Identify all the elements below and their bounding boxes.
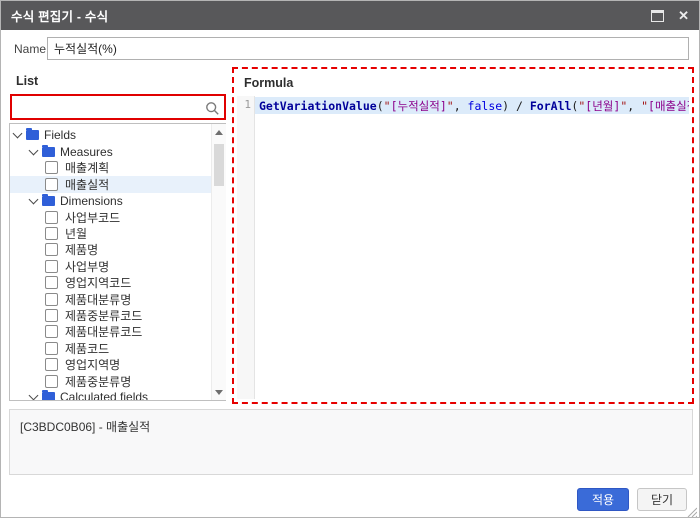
checkbox[interactable] [45, 342, 58, 355]
tree-item-row[interactable]: 영업지역코드 [10, 275, 225, 291]
tree-item-label: 제품대분류코드 [65, 323, 142, 340]
formula-editor[interactable]: 1 GetVariationValue("[누적실적]", false) / F… [237, 96, 689, 399]
tree-item-label: Dimensions [60, 194, 123, 208]
checkbox[interactable] [45, 358, 58, 371]
tree-item-row[interactable]: 사업부명 [10, 258, 225, 274]
checkbox[interactable] [45, 211, 58, 224]
chevron-down-icon[interactable] [29, 145, 39, 155]
tree-folder-row[interactable]: Calculated fields [10, 389, 225, 401]
formula-code-line[interactable]: GetVariationValue("[누적실적]", false) / For… [255, 97, 689, 114]
status-text: [C3BDC0B06] - 매출실적 [10, 410, 692, 443]
tree-folder-row[interactable]: Dimensions [10, 193, 225, 209]
field-tree: FieldsMeasures매출계획매출실적Dimensions사업부코드년월제… [9, 123, 226, 401]
code-token: [년월] [585, 99, 620, 113]
code-token: " [641, 99, 648, 113]
tree-item-label: Measures [60, 145, 113, 159]
tree-item-label: 제품대분류명 [65, 291, 131, 308]
code-token: ForAll [530, 99, 572, 113]
close-icon[interactable]: ✕ [678, 9, 689, 22]
tree-item-row[interactable]: 매출계획 [10, 160, 225, 176]
resize-grip-icon[interactable] [686, 504, 697, 515]
tree-item-label: Fields [44, 128, 76, 142]
checkbox[interactable] [45, 325, 58, 338]
tree-item-row[interactable]: 제품중분류명 [10, 373, 225, 389]
tree-item-row[interactable]: 제품명 [10, 242, 225, 258]
close-button[interactable]: 닫기 [637, 488, 687, 511]
code-area[interactable]: GetVariationValue("[누적실적]", false) / For… [255, 96, 689, 399]
checkbox[interactable] [45, 375, 58, 388]
checkbox[interactable] [45, 276, 58, 289]
tree-item-label: 년월 [65, 225, 87, 242]
code-token: ) / [502, 99, 530, 113]
tree-item-label: 매출계획 [65, 159, 109, 176]
name-label: Name [14, 42, 46, 56]
checkbox[interactable] [45, 178, 58, 191]
search-input[interactable] [12, 96, 204, 118]
checkbox[interactable] [45, 161, 58, 174]
tree-item-row[interactable]: 제품대분류코드 [10, 324, 225, 340]
folder-icon [42, 147, 55, 157]
maximize-icon[interactable] [651, 10, 664, 22]
tree-item-label: 제품명 [65, 241, 98, 258]
tree-item-label: Calculated fields [60, 390, 148, 401]
tree-folder-row[interactable]: Measures [10, 143, 225, 159]
tree-item-row[interactable]: 매출실적 [10, 176, 225, 192]
tree-item-row[interactable]: 영업지역명 [10, 356, 225, 372]
code-token: " [447, 99, 454, 113]
search-box [10, 94, 226, 120]
folder-icon [26, 130, 39, 140]
chevron-down-icon[interactable] [13, 129, 23, 139]
checkbox[interactable] [45, 227, 58, 240]
tree-item-label: 사업부코드 [65, 209, 120, 226]
tree-item-row[interactable]: 년월 [10, 225, 225, 241]
tree-item-label: 영업지역코드 [65, 274, 131, 291]
checkbox[interactable] [45, 260, 58, 273]
tree-item-label: 영업지역명 [65, 356, 120, 373]
tree-item-label: 매출실적 [65, 176, 109, 193]
scroll-up-icon[interactable] [212, 125, 226, 139]
formula-panel: Formula 1 GetVariationValue("[누적실적]", fa… [232, 67, 694, 404]
chevron-down-icon[interactable] [29, 391, 39, 401]
tree-item-row[interactable]: 제품코드 [10, 340, 225, 356]
checkbox[interactable] [45, 243, 58, 256]
code-token: GetVariationValue [259, 99, 377, 113]
formula-code: GetVariationValue("[누적실적]", false) / For… [259, 98, 689, 114]
status-box: [C3BDC0B06] - 매출실적 [9, 409, 693, 475]
tree-item-row[interactable]: 제품중분류코드 [10, 307, 225, 323]
scrollbar-thumb[interactable] [214, 144, 224, 186]
list-panel-title: List [16, 74, 38, 88]
formula-panel-title: Formula [244, 76, 293, 90]
code-token: ( [377, 99, 384, 113]
line-number-gutter: 1 [237, 96, 255, 399]
tree-item-label: 제품중분류명 [65, 373, 131, 390]
code-token: [매출실적] [648, 99, 689, 113]
tree-item-label: 사업부명 [65, 258, 109, 275]
tree-item-row[interactable]: 제품대분류명 [10, 291, 225, 307]
checkbox[interactable] [45, 293, 58, 306]
folder-icon [42, 392, 55, 401]
tree-folder-row[interactable]: Fields [10, 127, 225, 143]
formula-editor-dialog: 수식 편집기 - 수식 ✕ Name List FieldsMeasures매출… [0, 0, 700, 518]
code-token: false [468, 99, 503, 113]
tree-item-label: 제품중분류코드 [65, 307, 142, 324]
apply-button[interactable]: 적용 [577, 488, 629, 511]
tree-item-label: 제품코드 [65, 340, 109, 357]
search-icon[interactable] [204, 96, 224, 118]
name-input[interactable] [47, 37, 689, 60]
code-token: , [627, 99, 641, 113]
code-token: [누적실적] [391, 99, 447, 113]
scroll-down-icon[interactable] [212, 385, 226, 399]
tree-scrollbar[interactable] [211, 124, 226, 400]
window-controls: ✕ [651, 9, 689, 22]
code-token: , [454, 99, 468, 113]
dialog-title: 수식 편집기 - 수식 [11, 6, 108, 25]
checkbox[interactable] [45, 309, 58, 322]
title-bar: 수식 편집기 - 수식 ✕ [1, 1, 699, 30]
folder-icon [42, 196, 55, 206]
line-number: 1 [244, 98, 251, 111]
code-token: " [384, 99, 391, 113]
chevron-down-icon[interactable] [29, 194, 39, 204]
tree-item-row[interactable]: 사업부코드 [10, 209, 225, 225]
